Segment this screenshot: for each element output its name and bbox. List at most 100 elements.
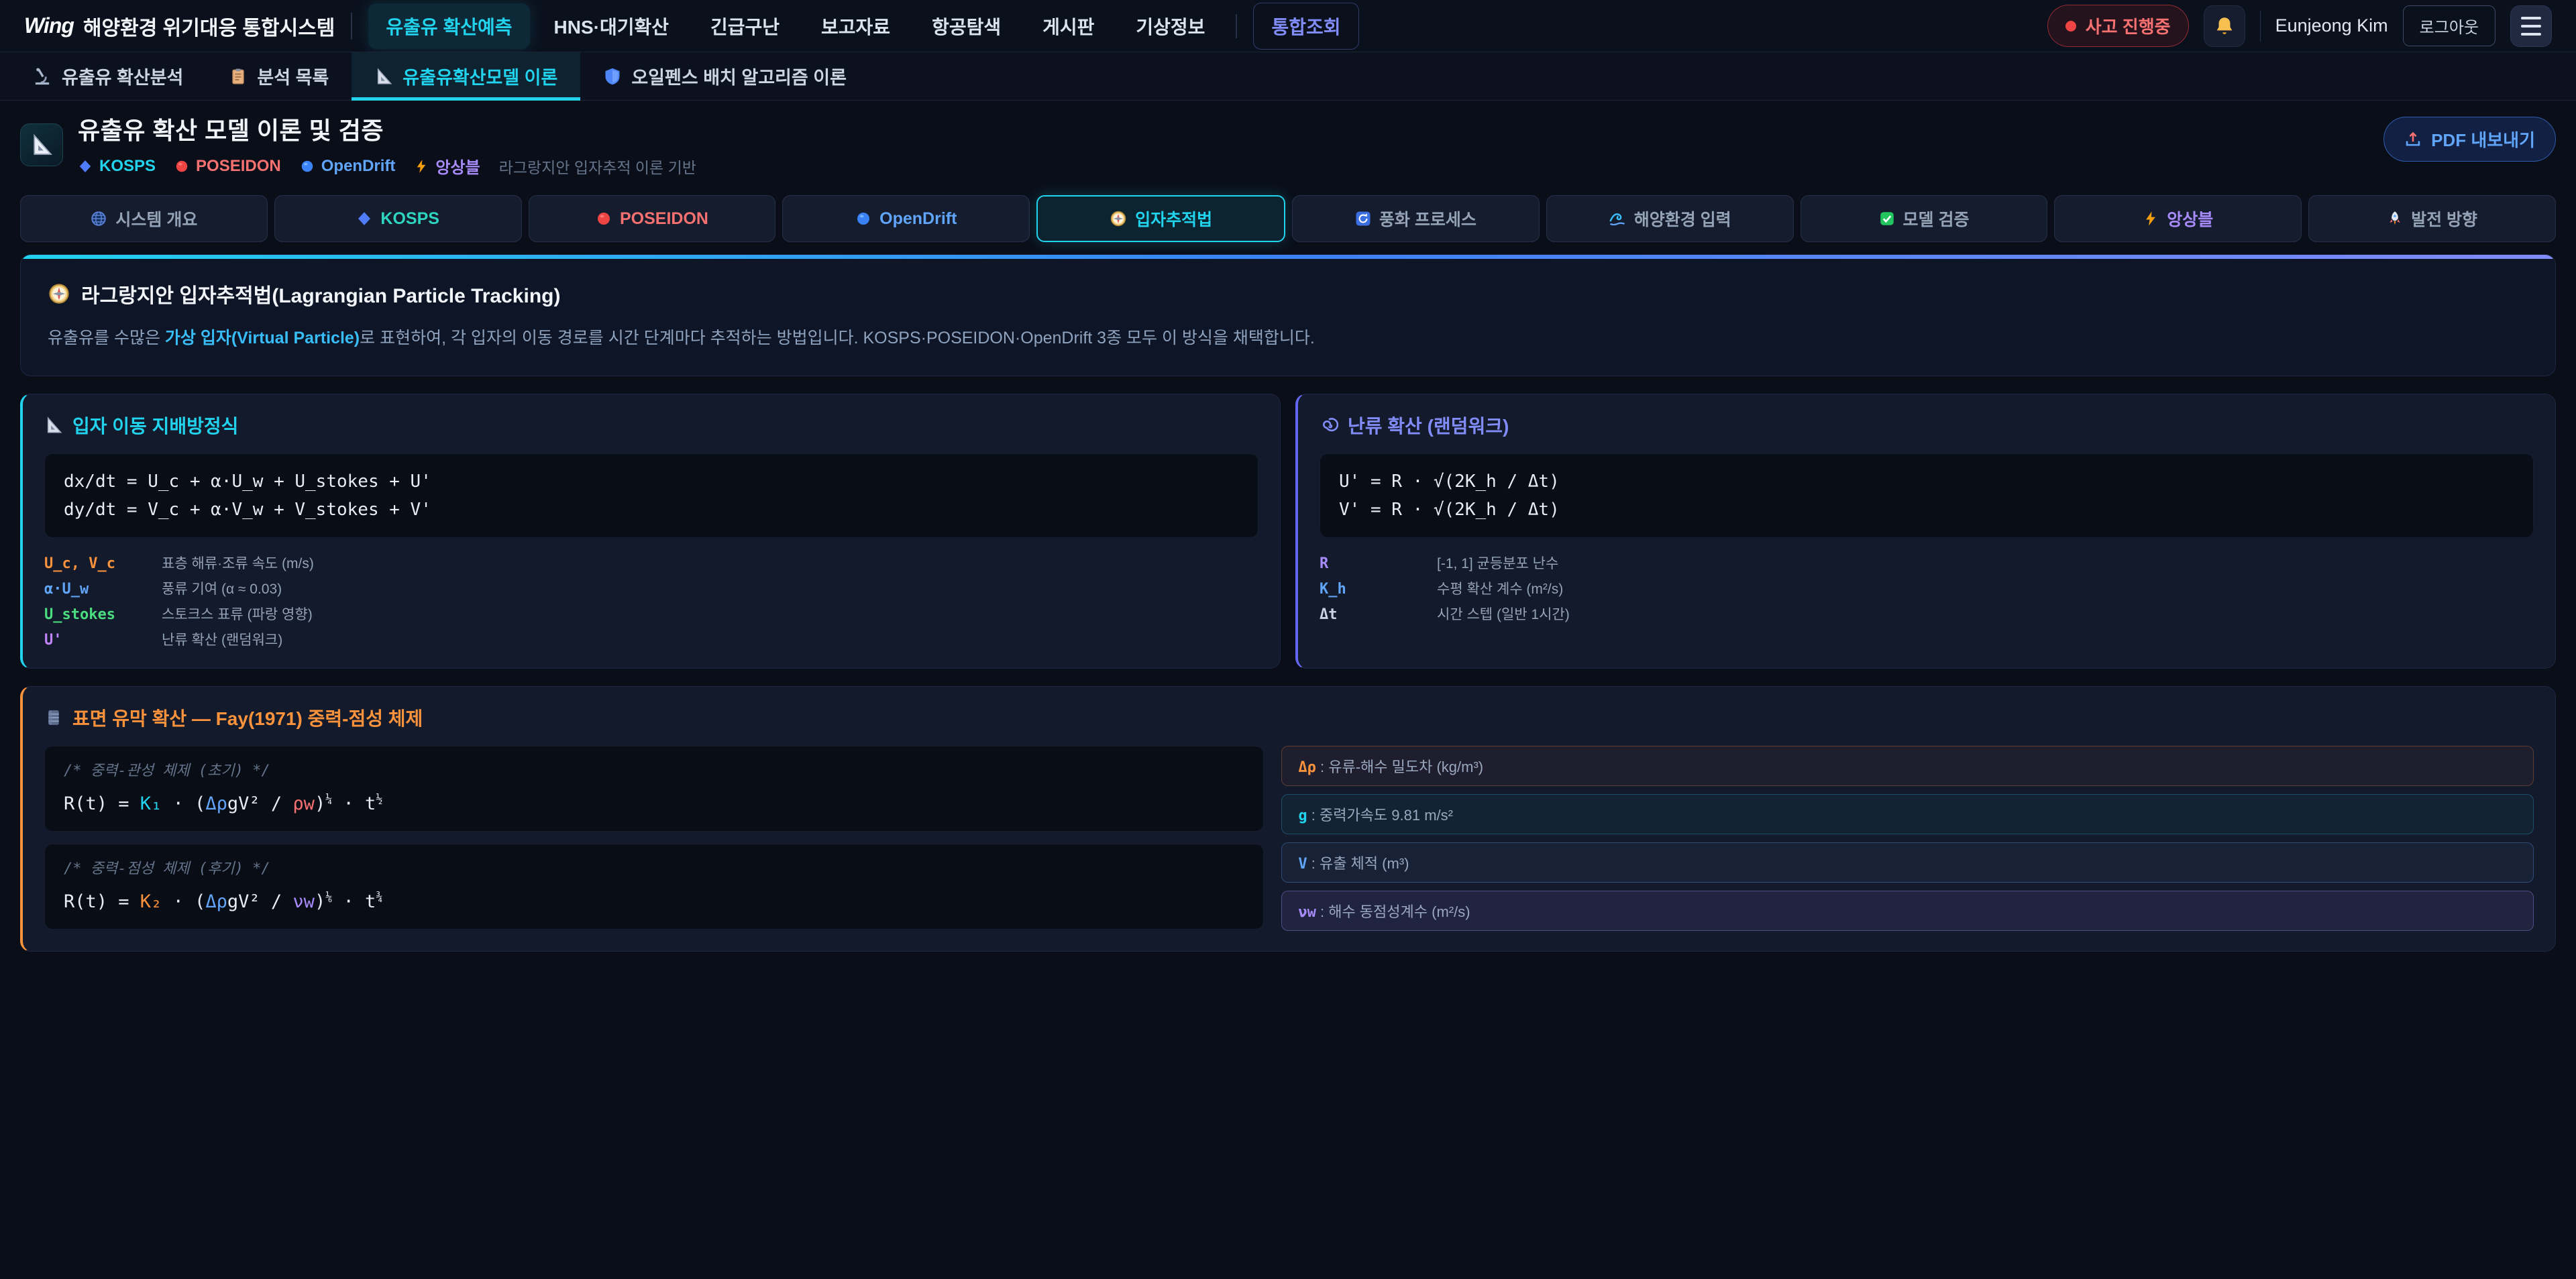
- set-square-icon: [30, 133, 54, 157]
- subnav-tabs: 유출유 확산분석 분석 목록 유출유확산모델 이론 오일펜스 배치 알고리즘 이…: [0, 52, 2576, 101]
- legend-desc: 표층 해류·조류 속도 (m/s): [162, 553, 1258, 573]
- topbar-right: 사고 진행중 Eunjeong Kim 로그아웃: [2047, 5, 2552, 47]
- incident-label: 사고 진행중: [2086, 13, 2171, 38]
- tab-ensemble[interactable]: 앙상블: [2054, 195, 2302, 242]
- legend-desc: 수평 확산 계수 (m²/s): [1437, 578, 2534, 598]
- hamburger-menu-button[interactable]: [2510, 5, 2552, 47]
- nav-item-rescue[interactable]: 긴급구난: [693, 3, 797, 49]
- diamond-icon: [356, 211, 372, 227]
- page-title: 유출유 확산 모델 이론 및 검증: [78, 111, 696, 146]
- param-spill-volume: V : 유출 체적 (m³): [1281, 842, 2534, 883]
- logout-button[interactable]: 로그아웃: [2403, 5, 2496, 46]
- pdf-export-button[interactable]: PDF 내보내기: [2383, 117, 2556, 162]
- red-orb-icon: [174, 159, 189, 174]
- equation-cards-row: 입자 이동 지배방정식 dx/dt = U_c + α·U_w + U_stok…: [20, 394, 2556, 669]
- nav-item-weather[interactable]: 기상정보: [1118, 3, 1222, 49]
- nav-item-aerial-search[interactable]: 항공탐색: [914, 3, 1018, 49]
- subtab-oil-fence-theory[interactable]: 오일펜스 배치 알고리즘 이론: [580, 52, 869, 100]
- lagrangian-intro-section: 라그랑지안 입자추적법(Lagrangian Particle Tracking…: [20, 254, 2556, 376]
- turbulence-diffusion-card: 난류 확산 (랜덤워크) U' = R · √(2K_h / Δt) V' = …: [1295, 394, 2556, 669]
- card-title: 표면 유막 확산 — Fay(1971) 중력-점성 체제: [44, 704, 2534, 731]
- globe-icon: [90, 210, 107, 227]
- nav-item-board[interactable]: 게시판: [1025, 3, 1112, 49]
- tab-particle-tracking[interactable]: 입자추적법: [1036, 195, 1285, 242]
- turbulence-equations: U' = R · √(2K_h / Δt) V' = R · √(2K_h / …: [1320, 453, 2534, 538]
- user-divider: [2260, 11, 2261, 42]
- fay-parameter-list: Δρ : 유류-해수 밀도차 (kg/m³) g : 중력가속도 9.81 m/…: [1281, 746, 2534, 931]
- swirl-icon: [1320, 416, 1338, 435]
- tab-kosps[interactable]: KOSPS: [274, 195, 522, 242]
- rocket-icon: [2387, 211, 2403, 227]
- legend-term: R: [1320, 555, 1437, 572]
- legend-desc: 시간 스텝 (일반 1시간): [1437, 604, 2534, 624]
- legend-desc: 풍류 기여 (α ≈ 0.03): [162, 578, 1258, 598]
- legend-term: U_stokes: [44, 606, 162, 623]
- subtab-spill-analysis[interactable]: 유출유 확산분석: [9, 52, 206, 100]
- main-nav: 유출유 확산예측 HNS·대기확산 긴급구난 보고자료 항공탐색 게시판 기상정…: [368, 3, 2031, 50]
- nav-item-hns-air[interactable]: HNS·대기확산: [537, 3, 686, 49]
- wave-icon: [1609, 210, 1626, 227]
- export-icon: [2404, 131, 2422, 148]
- tab-opendrift[interactable]: OpenDrift: [782, 195, 1030, 242]
- check-icon: [1879, 211, 1895, 227]
- incident-status-badge[interactable]: 사고 진행중: [2047, 5, 2189, 47]
- card-title: 입자 이동 지배방정식: [44, 412, 1258, 439]
- user-name: Eunjeong Kim: [2275, 15, 2388, 36]
- microscope-icon: [32, 66, 52, 87]
- equation-dy: dy/dt = V_c + α·V_w + V_stokes + V': [64, 496, 1239, 524]
- tab-model-validation[interactable]: 모델 검증: [1801, 195, 2048, 242]
- legend-desc: 난류 확산 (랜덤워크): [162, 629, 1258, 649]
- equation-u-prime: U' = R · √(2K_h / Δt): [1339, 467, 2514, 496]
- page-title-iconbox: [20, 123, 63, 166]
- subtab-label: 분석 목록: [257, 63, 329, 89]
- equation-v-prime: V' = R · √(2K_h / Δt): [1339, 496, 2514, 524]
- nav-item-reports[interactable]: 보고자료: [804, 3, 908, 49]
- fay-spreading-card: 표면 유막 확산 — Fay(1971) 중력-점성 체제 /* 중력-관성 체…: [20, 686, 2556, 952]
- badge-opendrift: OpenDrift: [300, 157, 396, 176]
- main-content: 유출유 확산 모델 이론 및 검증 KOSPS POSEIDON: [0, 111, 2576, 952]
- equation-dx: dx/dt = U_c + α·U_w + U_stokes + U': [64, 467, 1239, 496]
- app-title: 해양환경 위기대응 통합시스템: [83, 11, 335, 41]
- legend-term: K_h: [1320, 581, 1437, 598]
- oil-barrel-icon: [44, 708, 63, 727]
- fay-formula-blocks: /* 중력-관성 체제 (초기) */ R(t) = K₁ · (ΔρgV² /…: [44, 746, 1264, 931]
- badge-kosps: KOSPS: [78, 157, 156, 176]
- turbulence-legend: R [-1, 1] 균등분포 난수 K_h 수평 확산 계수 (m²/s) Δt…: [1320, 553, 2534, 624]
- badge-poseidon: POSEIDON: [174, 157, 281, 176]
- subtab-label: 오일펜스 배치 알고리즘 이론: [631, 63, 847, 89]
- compass-icon: [1110, 210, 1127, 227]
- nav-item-integrated-lookup[interactable]: 통합조회: [1253, 3, 1358, 50]
- incident-dot-icon: [2065, 21, 2076, 32]
- wing-logo: Wing: [24, 13, 74, 38]
- fay-formula-initial: R(t) = K₁ · (ΔρgV² / ρw)¼ · t½: [64, 784, 1244, 819]
- theory-tabstrip: 시스템 개요 KOSPS POSEIDON OpenDrift 입자추적법: [20, 195, 2556, 242]
- subtab-analysis-list[interactable]: 분석 목록: [206, 52, 352, 100]
- tab-system-overview[interactable]: 시스템 개요: [20, 195, 268, 242]
- legend-term: U': [44, 632, 162, 649]
- virtual-particle-highlight: 가상 입자(Virtual Particle): [165, 329, 360, 347]
- tab-ocean-environment-input[interactable]: 해양환경 입력: [1546, 195, 1794, 242]
- tab-future-direction[interactable]: 발전 방향: [2308, 195, 2556, 242]
- lightning-icon: [414, 159, 429, 174]
- lightning-icon: [2143, 211, 2159, 227]
- card-title: 난류 확산 (랜덤워크): [1320, 412, 2534, 439]
- tab-weathering-process[interactable]: 풍화 프로세스: [1292, 195, 1540, 242]
- refresh-icon: [1355, 211, 1371, 227]
- governing-equations: dx/dt = U_c + α·U_w + U_stokes + U' dy/d…: [44, 453, 1258, 538]
- page-header: 유출유 확산 모델 이론 및 검증 KOSPS POSEIDON: [20, 111, 2556, 178]
- tab-poseidon[interactable]: POSEIDON: [529, 195, 776, 242]
- blue-orb-icon: [300, 159, 315, 174]
- app-brand: Wing 해양환경 위기대응 통합시스템: [24, 11, 335, 41]
- subtab-label: 유출유확산모델 이론: [402, 63, 557, 89]
- brand-divider: [351, 13, 352, 40]
- notification-bell-button[interactable]: [2204, 5, 2245, 47]
- subtab-diffusion-model-theory[interactable]: 유출유확산모델 이론: [352, 52, 580, 100]
- blue-orb-icon: [855, 211, 871, 227]
- fay-comment: /* 중력-관성 체제 (초기) */: [64, 759, 1244, 784]
- param-kinematic-viscosity: νw : 해수 동점성계수 (m²/s): [1281, 891, 2534, 931]
- legend-term: α·U_w: [44, 581, 162, 598]
- section-description: 유출유를 수많은 가상 입자(Virtual Particle)로 표현하여, …: [48, 326, 2528, 351]
- fay-block-late: /* 중력-점성 체제 (후기) */ R(t) = K₂ · (ΔρgV² /…: [44, 844, 1264, 930]
- topbar: Wing 해양환경 위기대응 통합시스템 유출유 확산예측 HNS·대기확산 긴…: [0, 0, 2576, 52]
- nav-item-spill-forecast[interactable]: 유출유 확산예측: [368, 3, 529, 49]
